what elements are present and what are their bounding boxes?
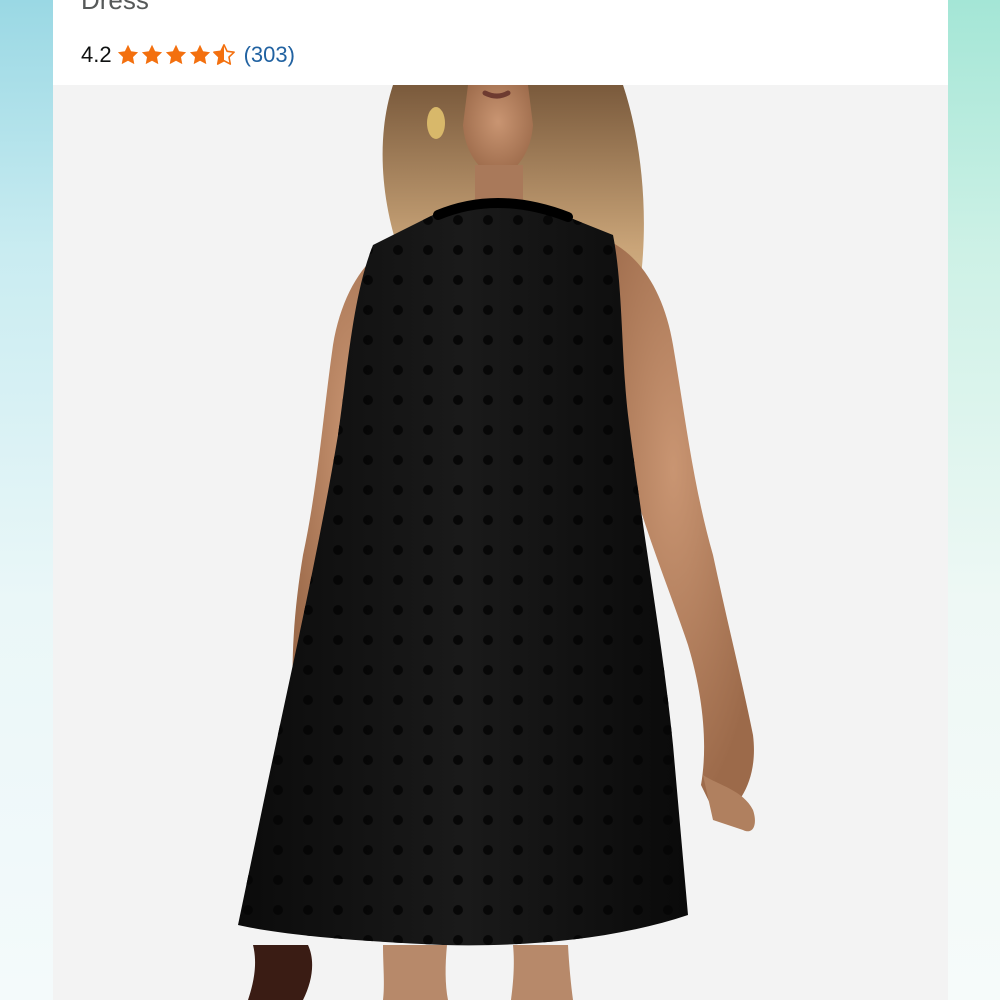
rating-value: 4.2: [81, 42, 112, 67]
product-photo: [53, 85, 948, 1000]
star-icon: [165, 44, 186, 65]
page-background-right: [948, 0, 1000, 1000]
rating-stars[interactable]: [116, 43, 236, 67]
star-icon: [189, 44, 210, 65]
star-icon: [141, 44, 162, 65]
star-icon: [117, 44, 138, 65]
product-title[interactable]: Dress: [81, 0, 149, 14]
rating-row[interactable]: 4.2 (303): [81, 40, 295, 70]
star-half-icon: [212, 44, 235, 65]
review-count-link[interactable]: (303): [244, 42, 295, 68]
product-image[interactable]: [53, 85, 948, 1000]
